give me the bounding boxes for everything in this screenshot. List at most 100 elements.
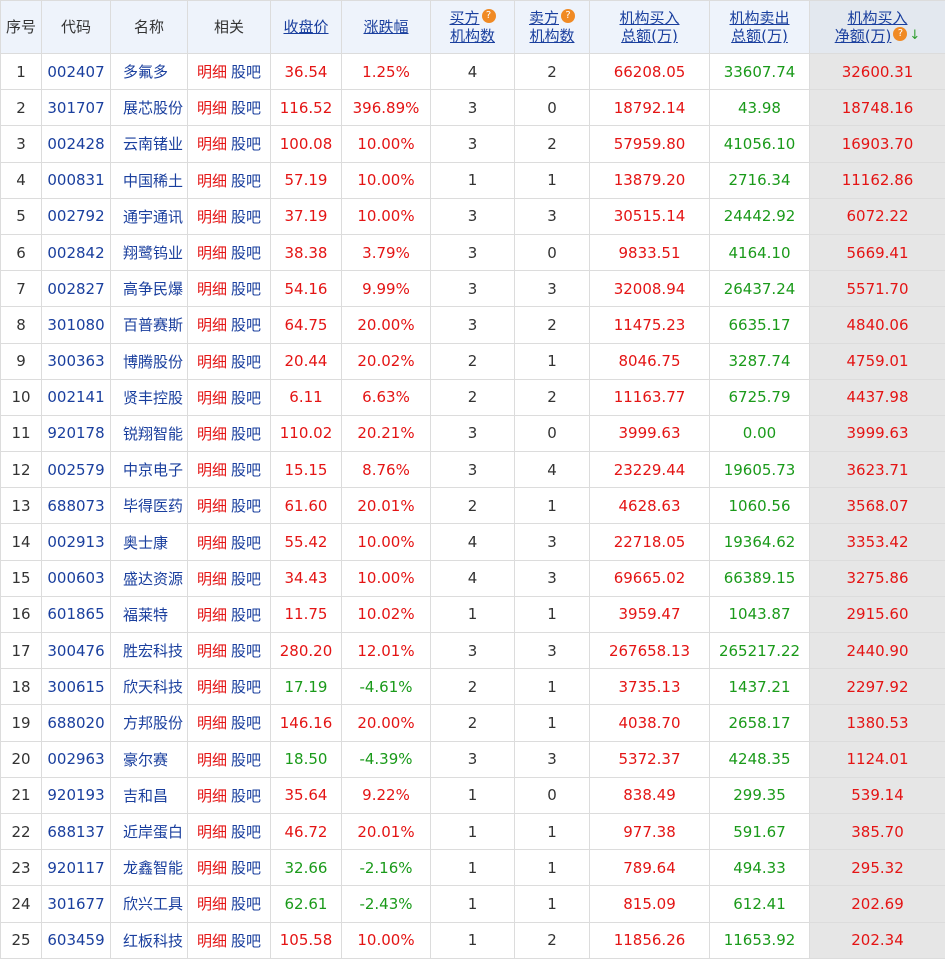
forum-link[interactable]: 股吧	[231, 99, 261, 117]
forum-link[interactable]: 股吧	[231, 497, 261, 515]
header-buy-count-sort[interactable]: 买方? 机构数	[431, 1, 515, 54]
detail-link[interactable]: 明细	[197, 461, 227, 479]
forum-link[interactable]: 股吧	[231, 570, 261, 588]
forum-link[interactable]: 股吧	[231, 316, 261, 334]
forum-link[interactable]: 股吧	[231, 244, 261, 262]
cell-name-link[interactable]: 贤丰控股	[111, 379, 188, 415]
cell-name-link[interactable]: 多氟多	[111, 54, 188, 90]
cell-name-link[interactable]: 近岸蛋白	[111, 813, 188, 849]
detail-link[interactable]: 明细	[197, 99, 227, 117]
header-sell-total-sort[interactable]: 机构卖出 总额(万)	[710, 1, 810, 54]
cell-name-link[interactable]: 欣天科技	[111, 669, 188, 705]
header-change-sort[interactable]: 涨跌幅	[342, 1, 431, 54]
detail-link[interactable]: 明细	[197, 570, 227, 588]
forum-link[interactable]: 股吧	[231, 932, 261, 950]
cell-name-link[interactable]: 翔鹭钨业	[111, 234, 188, 270]
cell-name-link[interactable]: 通宇通讯	[111, 198, 188, 234]
detail-link[interactable]: 明细	[197, 497, 227, 515]
detail-link[interactable]: 明细	[197, 678, 227, 696]
question-icon[interactable]: ?	[893, 27, 907, 41]
forum-link[interactable]: 股吧	[231, 135, 261, 153]
forum-link[interactable]: 股吧	[231, 895, 261, 913]
detail-link[interactable]: 明细	[197, 859, 227, 877]
forum-link[interactable]: 股吧	[231, 534, 261, 552]
header-close-sort[interactable]: 收盘价	[271, 1, 342, 54]
forum-link[interactable]: 股吧	[231, 751, 261, 769]
forum-link[interactable]: 股吧	[231, 823, 261, 841]
cell-code-link[interactable]: 300476	[42, 633, 111, 669]
detail-link[interactable]: 明细	[197, 172, 227, 190]
cell-code-link[interactable]: 300363	[42, 343, 111, 379]
forum-link[interactable]: 股吧	[231, 172, 261, 190]
forum-link[interactable]: 股吧	[231, 859, 261, 877]
cell-name-link[interactable]: 欣兴工具	[111, 886, 188, 922]
cell-code-link[interactable]: 601865	[42, 596, 111, 632]
cell-code-link[interactable]: 002913	[42, 524, 111, 560]
cell-code-link[interactable]: 603459	[42, 922, 111, 958]
header-buy-total-sort[interactable]: 机构买入 总额(万)	[590, 1, 710, 54]
question-icon[interactable]: ?	[482, 9, 496, 23]
cell-name-link[interactable]: 展芯股份	[111, 90, 188, 126]
cell-code-link[interactable]: 920193	[42, 777, 111, 813]
cell-code-link[interactable]: 301080	[42, 307, 111, 343]
cell-code-link[interactable]: 002827	[42, 271, 111, 307]
cell-code-link[interactable]: 300615	[42, 669, 111, 705]
cell-code-link[interactable]: 301677	[42, 886, 111, 922]
question-icon[interactable]: ?	[561, 9, 575, 23]
detail-link[interactable]: 明细	[197, 606, 227, 624]
cell-code-link[interactable]: 688020	[42, 705, 111, 741]
cell-name-link[interactable]: 云南锗业	[111, 126, 188, 162]
cell-code-link[interactable]: 301707	[42, 90, 111, 126]
cell-name-link[interactable]: 方邦股份	[111, 705, 188, 741]
detail-link[interactable]: 明细	[197, 751, 227, 769]
header-net-sort[interactable]: 机构买入 净额(万)?↓	[810, 1, 945, 54]
cell-name-link[interactable]: 豪尔赛	[111, 741, 188, 777]
cell-code-link[interactable]: 000831	[42, 162, 111, 198]
cell-code-link[interactable]: 002407	[42, 54, 111, 90]
detail-link[interactable]: 明细	[197, 714, 227, 732]
cell-code-link[interactable]: 002792	[42, 198, 111, 234]
detail-link[interactable]: 明细	[197, 63, 227, 81]
cell-name-link[interactable]: 中国稀土	[111, 162, 188, 198]
detail-link[interactable]: 明细	[197, 280, 227, 298]
cell-name-link[interactable]: 高争民爆	[111, 271, 188, 307]
detail-link[interactable]: 明细	[197, 208, 227, 226]
cell-name-link[interactable]: 百普赛斯	[111, 307, 188, 343]
header-sell-count-sort[interactable]: 卖方? 机构数	[515, 1, 590, 54]
forum-link[interactable]: 股吧	[231, 714, 261, 732]
detail-link[interactable]: 明细	[197, 316, 227, 334]
detail-link[interactable]: 明细	[197, 389, 227, 407]
cell-code-link[interactable]: 920117	[42, 850, 111, 886]
forum-link[interactable]: 股吧	[231, 208, 261, 226]
forum-link[interactable]: 股吧	[231, 353, 261, 371]
detail-link[interactable]: 明细	[197, 642, 227, 660]
forum-link[interactable]: 股吧	[231, 606, 261, 624]
detail-link[interactable]: 明细	[197, 353, 227, 371]
detail-link[interactable]: 明细	[197, 895, 227, 913]
cell-name-link[interactable]: 吉和昌	[111, 777, 188, 813]
cell-code-link[interactable]: 002842	[42, 234, 111, 270]
cell-code-link[interactable]: 688073	[42, 488, 111, 524]
detail-link[interactable]: 明细	[197, 425, 227, 443]
cell-name-link[interactable]: 盛达资源	[111, 560, 188, 596]
forum-link[interactable]: 股吧	[231, 63, 261, 81]
detail-link[interactable]: 明细	[197, 787, 227, 805]
forum-link[interactable]: 股吧	[231, 280, 261, 298]
detail-link[interactable]: 明细	[197, 244, 227, 262]
cell-name-link[interactable]: 福莱特	[111, 596, 188, 632]
cell-name-link[interactable]: 奥士康	[111, 524, 188, 560]
cell-code-link[interactable]: 002428	[42, 126, 111, 162]
cell-name-link[interactable]: 龙鑫智能	[111, 850, 188, 886]
forum-link[interactable]: 股吧	[231, 425, 261, 443]
forum-link[interactable]: 股吧	[231, 678, 261, 696]
cell-name-link[interactable]: 红板科技	[111, 922, 188, 958]
cell-name-link[interactable]: 毕得医药	[111, 488, 188, 524]
cell-code-link[interactable]: 688137	[42, 813, 111, 849]
cell-name-link[interactable]: 胜宏科技	[111, 633, 188, 669]
cell-code-link[interactable]: 002141	[42, 379, 111, 415]
detail-link[interactable]: 明细	[197, 823, 227, 841]
cell-name-link[interactable]: 博腾股份	[111, 343, 188, 379]
cell-code-link[interactable]: 002963	[42, 741, 111, 777]
detail-link[interactable]: 明细	[197, 135, 227, 153]
cell-code-link[interactable]: 002579	[42, 452, 111, 488]
